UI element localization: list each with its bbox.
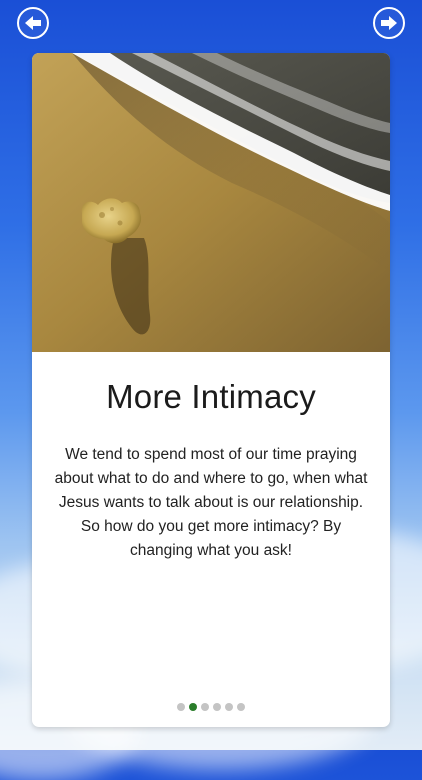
page-indicator[interactable]: [32, 703, 390, 711]
forward-button[interactable]: [373, 7, 405, 39]
page-dot[interactable]: [213, 703, 221, 711]
page-dot[interactable]: [225, 703, 233, 711]
page-dot[interactable]: [201, 703, 209, 711]
page-dot[interactable]: [237, 703, 245, 711]
page-dot[interactable]: [177, 703, 185, 711]
page-dot-active[interactable]: [189, 703, 197, 711]
devotional-body-text: We tend to spend most of our time prayin…: [54, 446, 368, 559]
back-button[interactable]: [17, 7, 49, 39]
arrow-left-icon: [25, 16, 41, 30]
stone-on-beach-photo: [32, 53, 390, 352]
page-title: More Intimacy: [106, 378, 316, 415]
arrow-right-icon: [381, 16, 397, 30]
devotional-card[interactable]: More Intimacy We tend to spend most of o…: [32, 53, 390, 727]
